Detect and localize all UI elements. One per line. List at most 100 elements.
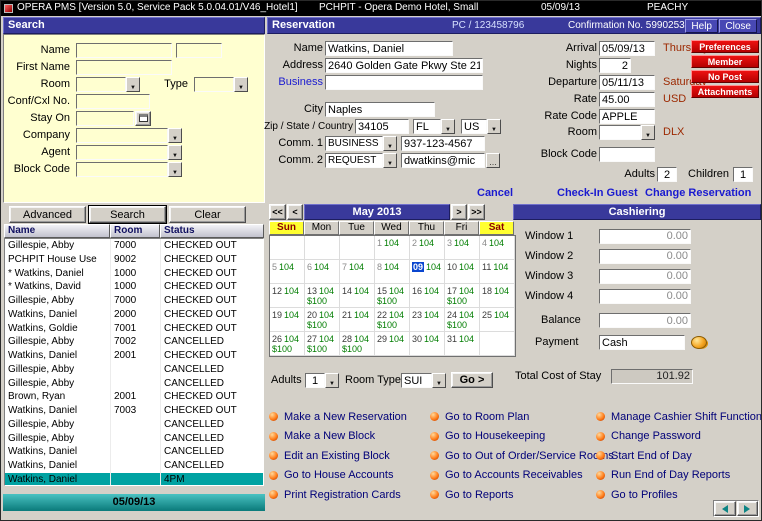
quick-link[interactable]: Make a New Block bbox=[269, 427, 430, 447]
balance-field[interactable] bbox=[599, 313, 691, 328]
preferences-button[interactable]: Preferences bbox=[691, 40, 759, 53]
cal-adults-dropdown-button[interactable]: ▼ bbox=[325, 373, 339, 388]
table-row[interactable]: Gillespie, AbbyCANCELLED bbox=[5, 432, 263, 446]
calendar-day[interactable]: 14104 bbox=[340, 284, 375, 308]
quick-link[interactable]: Edit an Existing Block bbox=[269, 446, 430, 466]
calendar-day[interactable]: 13104$100 bbox=[305, 284, 340, 308]
calendar-day[interactable]: 10104 bbox=[445, 260, 480, 284]
clear-button[interactable]: Clear bbox=[169, 206, 246, 223]
prev-page-button[interactable] bbox=[714, 501, 736, 516]
cashier-window-value[interactable] bbox=[599, 289, 691, 304]
calendar-day[interactable]: 8104 bbox=[375, 260, 410, 284]
quick-link[interactable]: Make a New Reservation bbox=[269, 407, 430, 427]
calendar-day[interactable]: 09104 bbox=[410, 260, 445, 284]
quick-link[interactable]: Go to House Accounts bbox=[269, 466, 430, 486]
cal-adults-input[interactable] bbox=[305, 373, 325, 388]
adults-input[interactable] bbox=[657, 167, 677, 182]
table-row[interactable]: Watkins, Daniel2000CHECKED OUT bbox=[5, 308, 263, 322]
calendar-day[interactable]: 28104$100 bbox=[340, 332, 375, 356]
res-room-input[interactable] bbox=[599, 125, 641, 140]
column-header-room[interactable]: Room bbox=[110, 224, 160, 238]
member-button[interactable]: Member bbox=[691, 55, 759, 68]
calendar-day[interactable]: 20104$100 bbox=[305, 308, 340, 332]
first-name-input[interactable] bbox=[76, 60, 172, 75]
company-dropdown-button[interactable]: ▼ bbox=[168, 128, 182, 143]
table-row[interactable]: * Watkins, Daniel1000CHECKED OUT bbox=[5, 267, 263, 281]
state-dropdown-button[interactable]: ▼ bbox=[441, 119, 455, 134]
next-page-button[interactable] bbox=[737, 501, 759, 516]
calendar-day[interactable]: 17104$100 bbox=[445, 284, 480, 308]
table-row[interactable]: Watkins, Daniel7003CHECKED OUT bbox=[5, 404, 263, 418]
attachments-button[interactable]: Attachments bbox=[691, 85, 759, 98]
calendar-day[interactable]: 2104 bbox=[410, 236, 445, 260]
rate-code-input[interactable] bbox=[599, 109, 655, 124]
address2-input[interactable] bbox=[325, 75, 483, 90]
quick-link[interactable]: Go to Housekeeping bbox=[430, 427, 596, 447]
quick-link[interactable]: Go to Accounts Receivables bbox=[430, 466, 596, 486]
room-dropdown-button[interactable]: ▼ bbox=[126, 77, 140, 92]
calendar-day[interactable]: 11104 bbox=[480, 260, 515, 284]
rate-input[interactable] bbox=[599, 92, 655, 107]
quick-link[interactable]: Go to Out of Order/Service Rooms bbox=[430, 446, 596, 466]
calendar-day[interactable]: 12104 bbox=[270, 284, 305, 308]
change-reservation-link[interactable]: Change Reservation bbox=[645, 187, 751, 199]
agent-input[interactable] bbox=[76, 145, 168, 160]
quick-link[interactable]: Change Password bbox=[596, 427, 761, 447]
agent-dropdown-button[interactable]: ▼ bbox=[168, 145, 182, 160]
prev-year-button[interactable]: << bbox=[269, 204, 286, 220]
comm1-dropdown-button[interactable]: ▼ bbox=[383, 136, 397, 151]
cashier-window-value[interactable] bbox=[599, 249, 691, 264]
comm1-value-input[interactable] bbox=[401, 136, 485, 151]
res-room-dropdown-button[interactable]: ▼ bbox=[641, 125, 655, 140]
table-row[interactable]: Watkins, Daniel4PM bbox=[5, 473, 263, 486]
go-button[interactable]: Go > bbox=[451, 372, 493, 388]
quick-link[interactable]: Run End of Day Reports bbox=[596, 466, 761, 486]
column-header-name[interactable]: Name bbox=[4, 224, 110, 238]
calendar-day[interactable]: 3104 bbox=[445, 236, 480, 260]
calendar-day[interactable]: 26104$100 bbox=[270, 332, 305, 356]
children-input[interactable] bbox=[733, 167, 753, 182]
calendar-day[interactable]: 16104 bbox=[410, 284, 445, 308]
help-button[interactable]: Help bbox=[685, 19, 718, 33]
quick-link[interactable]: Go to Room Plan bbox=[430, 407, 596, 427]
table-row[interactable]: PCHPIT House Use9002CHECKED OUT bbox=[5, 253, 263, 267]
calendar-day[interactable]: 22104$100 bbox=[375, 308, 410, 332]
table-row[interactable]: Brown, Ryan2001CHECKED OUT bbox=[5, 390, 263, 404]
zip-input[interactable] bbox=[355, 119, 409, 134]
calendar-day[interactable]: 1104 bbox=[375, 236, 410, 260]
nights-input[interactable] bbox=[599, 58, 631, 73]
next-year-button[interactable]: >> bbox=[468, 204, 485, 220]
conf-cxl-input[interactable] bbox=[76, 94, 150, 109]
city-input[interactable] bbox=[325, 102, 435, 117]
cashier-window-value[interactable] bbox=[599, 269, 691, 284]
search-name-secondary-input[interactable] bbox=[176, 43, 222, 58]
quick-link[interactable]: Print Registration Cards bbox=[269, 485, 430, 505]
comm2-value-input[interactable] bbox=[401, 153, 485, 168]
state-input[interactable] bbox=[413, 119, 441, 134]
calendar-day[interactable]: 31104 bbox=[445, 332, 480, 356]
comm2-dropdown-button[interactable]: ▼ bbox=[383, 153, 397, 168]
address-input[interactable] bbox=[325, 58, 483, 73]
table-row[interactable]: * Watkins, David1000CHECKED OUT bbox=[5, 280, 263, 294]
check-in-guest-link[interactable]: Check-In Guest bbox=[557, 187, 638, 199]
advanced-button[interactable]: Advanced bbox=[9, 206, 86, 223]
comm1-type-input[interactable] bbox=[325, 136, 383, 151]
calendar-day[interactable]: 21104 bbox=[340, 308, 375, 332]
calendar-day[interactable]: 6104 bbox=[305, 260, 340, 284]
calendar-day[interactable]: 23104 bbox=[410, 308, 445, 332]
calendar-day[interactable]: 25104 bbox=[480, 308, 515, 332]
calendar-day[interactable]: 4104 bbox=[480, 236, 515, 260]
res-block-code-input[interactable] bbox=[599, 147, 655, 162]
quick-link[interactable]: Start End of Day bbox=[596, 446, 761, 466]
payment-input[interactable] bbox=[599, 335, 685, 350]
table-row[interactable]: Gillespie, AbbyCANCELLED bbox=[5, 418, 263, 432]
prev-month-button[interactable]: < bbox=[287, 204, 303, 220]
stay-on-calendar-button[interactable] bbox=[135, 111, 151, 126]
arrival-input[interactable] bbox=[599, 41, 655, 56]
quick-link[interactable]: Manage Cashier Shift Functions bbox=[596, 407, 761, 427]
search-room-input[interactable] bbox=[76, 77, 126, 92]
business-link[interactable]: Business bbox=[278, 75, 323, 90]
table-row[interactable]: Gillespie, Abby7002CANCELLED bbox=[5, 335, 263, 349]
block-code-dropdown-button[interactable]: ▼ bbox=[168, 162, 182, 177]
search-button[interactable]: Search bbox=[89, 206, 166, 223]
